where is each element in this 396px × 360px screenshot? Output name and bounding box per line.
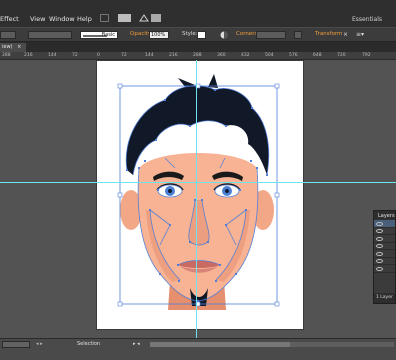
menu-effect[interactable]: Effect (0, 15, 19, 23)
visibility-eye-icon[interactable] (376, 229, 383, 233)
workspace-icon[interactable] (151, 14, 161, 22)
gpu-icon[interactable] (139, 14, 149, 22)
control-bar: Basic Opacity: 100% Style: Corners: Tran… (0, 27, 396, 42)
ruler-tick: 648 (313, 53, 322, 58)
visibility-eye-icon[interactable] (376, 221, 383, 226)
opacity-value: 100% (151, 32, 166, 38)
visibility-eye-icon[interactable] (376, 259, 383, 263)
layer-row[interactable] (374, 250, 395, 258)
visibility-eye-icon[interactable] (376, 244, 383, 248)
layers-panel-title[interactable]: Layers (374, 211, 395, 220)
stroke-weight-field[interactable] (28, 31, 72, 39)
layer-row[interactable] (374, 228, 395, 235)
document-tab-label: iew) (2, 44, 13, 50)
ruler-tick: 72 (121, 53, 127, 58)
more-options-icon[interactable]: ≡▾ (356, 31, 364, 38)
zoom-field[interactable] (2, 341, 30, 348)
stroke-profile-label: Basic (101, 32, 115, 38)
visibility-eye-icon[interactable] (376, 236, 383, 241)
layer-row[interactable] (374, 258, 395, 265)
fill-swatch[interactable] (0, 31, 16, 39)
layer-row[interactable] (374, 265, 395, 273)
isolate-icon[interactable]: ⨯ (343, 31, 348, 38)
vertical-guide[interactable] (196, 60, 197, 338)
status-menu-icon[interactable]: ▸ ◂ (133, 341, 140, 347)
menu-help[interactable]: Help (77, 15, 92, 23)
layer-row[interactable] (374, 243, 395, 250)
status-bar: ◂ ▸ Selection ▸ ◂ (0, 338, 396, 360)
align-icon[interactable] (294, 31, 302, 39)
menu-view[interactable]: View (30, 15, 45, 23)
layer-row[interactable] (374, 235, 395, 243)
menu-bar: Effect View Window Help Essentials (0, 0, 396, 27)
workspace-switcher[interactable]: Essentials (352, 16, 382, 23)
ruler-tick: 72 (72, 53, 78, 58)
stroke-profile-dropdown[interactable]: Basic (80, 31, 118, 39)
ruler-tick: 576 (289, 53, 298, 58)
face-illustration[interactable] (0, 60, 396, 338)
visibility-eye-icon[interactable] (376, 266, 383, 271)
scrollbar-thumb[interactable] (150, 342, 290, 347)
ruler-tick: 144 (48, 53, 57, 58)
transform-label[interactable]: Transform (315, 31, 342, 37)
ruler-tick: 0 (97, 53, 100, 58)
opacity-field[interactable]: 100% (149, 31, 169, 39)
ruler-tick: 432 (241, 53, 250, 58)
bridge-icon[interactable] (100, 14, 109, 22)
recolor-artwork-icon[interactable] (220, 31, 228, 39)
ruler-tick: 288 (2, 53, 11, 58)
status-tool[interactable]: Selection (77, 341, 100, 347)
graphic-style-swatch[interactable] (197, 31, 206, 39)
ruler-tick: 360 (217, 53, 226, 58)
ruler-tick: 216 (169, 53, 178, 58)
layers-panel: Layers 1 Layer (373, 210, 396, 304)
menu-window[interactable]: Window (49, 15, 75, 23)
horizontal-ruler[interactable]: 288 216 144 72 0 72 144 216 288 360 432 … (0, 52, 396, 60)
horizontal-scrollbar[interactable] (150, 342, 394, 347)
corners-field[interactable] (256, 31, 286, 39)
layer-row[interactable] (374, 220, 395, 228)
ruler-tick: 504 (265, 53, 274, 58)
style-label: Style: (182, 31, 198, 37)
close-icon[interactable]: × (17, 44, 21, 50)
ruler-tick: 792 (362, 53, 371, 58)
ruler-tick: 288 (193, 53, 202, 58)
arrange-documents-icon[interactable] (118, 14, 131, 22)
layers-count: 1 Layer (374, 293, 395, 303)
artboard-nav-icon[interactable]: ◂ ▸ (36, 341, 43, 347)
visibility-eye-icon[interactable] (376, 251, 383, 256)
horizontal-guide[interactable] (0, 182, 396, 183)
ruler-tick: 216 (24, 53, 33, 58)
canvas[interactable] (0, 60, 396, 338)
document-tab-bar: iew) × (0, 42, 396, 52)
ruler-tick: 720 (337, 53, 346, 58)
document-tab[interactable]: iew) × (0, 43, 26, 52)
ruler-tick: 144 (145, 53, 154, 58)
